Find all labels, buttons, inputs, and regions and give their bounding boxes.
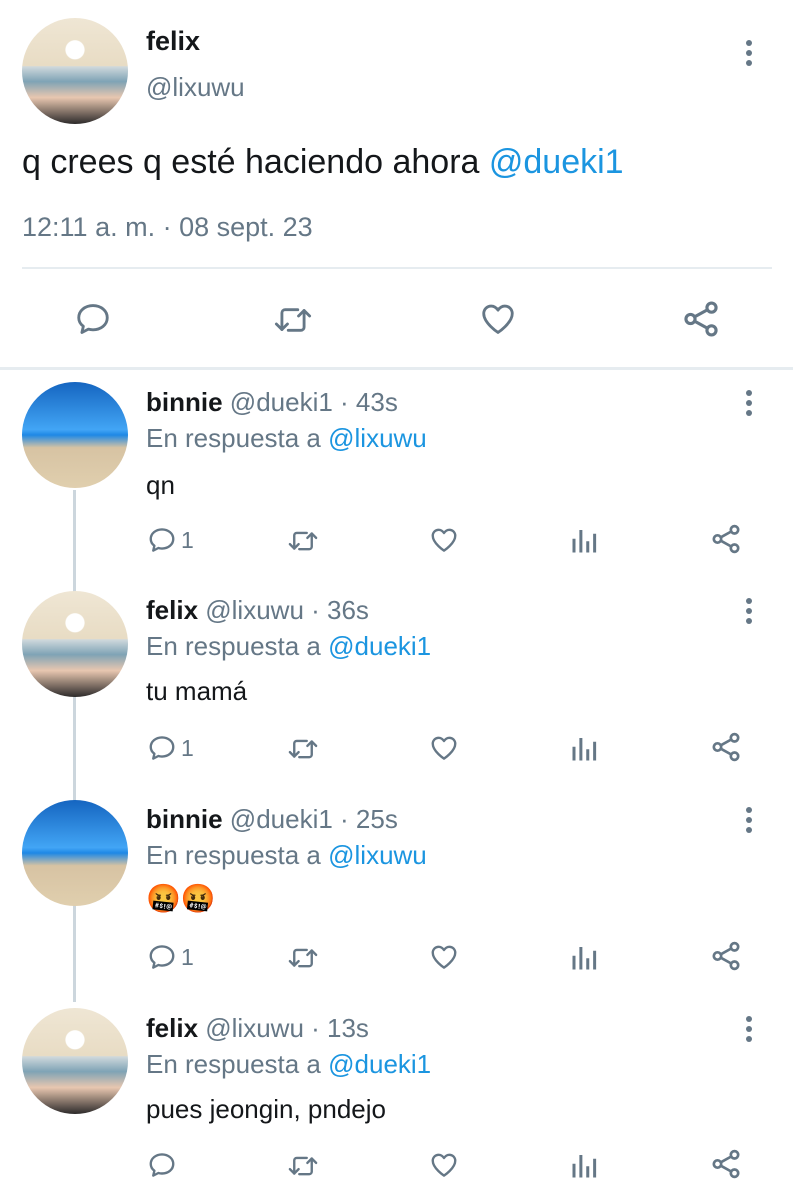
author-name[interactable]: felix: [146, 26, 200, 57]
retweet-button[interactable]: [286, 943, 320, 973]
reply-context: En respuesta a @dueki1: [146, 631, 431, 662]
heart-icon: [431, 945, 457, 969]
share-button[interactable]: [709, 1147, 743, 1181]
mention-link[interactable]: @dueki1: [328, 1049, 431, 1079]
heart-icon: [431, 528, 457, 552]
retweet-icon: [288, 739, 318, 759]
author-meta[interactable]: @dueki1 · 25s: [230, 804, 398, 834]
more-vertical-icon[interactable]: [746, 1016, 752, 1046]
divider: [22, 267, 772, 269]
thread-line: [73, 490, 76, 1002]
mention-link[interactable]: @lixuwu: [328, 840, 427, 870]
reply-header: binnie @dueki1 · 25s: [146, 804, 398, 835]
reply-context: En respuesta a @lixuwu: [146, 423, 427, 454]
reply-icon: [149, 736, 175, 760]
reply-prefix: En respuesta a: [146, 840, 329, 870]
reply-text: qn: [146, 470, 175, 500]
author-name[interactable]: binnie: [146, 804, 223, 834]
retweet-icon: [288, 531, 318, 551]
reply-icon: [77, 304, 109, 334]
reply-header: binnie @dueki1 · 43s: [146, 387, 398, 418]
analytics-icon: [572, 738, 597, 761]
mention-link[interactable]: @dueki1: [489, 143, 624, 181]
retweet-icon: [274, 308, 312, 332]
author-meta[interactable]: @lixuwu · 36s: [205, 595, 369, 625]
reply-button[interactable]: [74, 300, 112, 338]
avatar[interactable]: [22, 1008, 128, 1114]
tweet-text: q crees q esté haciendo ahora @dueki1: [22, 143, 624, 182]
tweet-timestamp[interactable]: 12:11 a. m. · 08 sept. 23: [22, 212, 313, 243]
more-vertical-icon[interactable]: [746, 598, 752, 628]
analytics-icon: [572, 947, 597, 970]
like-button[interactable]: [428, 942, 460, 972]
reply-button[interactable]: [147, 1150, 181, 1180]
reply-prefix: En respuesta a: [146, 1049, 329, 1079]
like-button[interactable]: [428, 733, 460, 763]
share-icon: [712, 732, 740, 762]
tweet-text-body: q crees q esté haciendo ahora: [22, 143, 489, 181]
reply-icon: [149, 1153, 175, 1177]
share-button[interactable]: [709, 522, 743, 556]
avatar[interactable]: [22, 591, 128, 697]
author-handle[interactable]: @lixuwu: [146, 72, 245, 103]
retweet-button[interactable]: [286, 1151, 320, 1181]
mention-link[interactable]: @lixuwu: [328, 423, 427, 453]
heart-icon: [431, 1153, 457, 1177]
avatar[interactable]: [22, 18, 128, 124]
mention-link[interactable]: @dueki1: [328, 631, 431, 661]
reply-context: En respuesta a @dueki1: [146, 1049, 431, 1080]
reply-count: 1: [181, 734, 194, 761]
reply-icon: [149, 528, 175, 552]
heart-icon: [482, 304, 514, 334]
reply-text: 🤬🤬: [146, 883, 216, 914]
reply-text: pues jeongin, pndejo: [146, 1094, 386, 1124]
share-button[interactable]: [680, 298, 722, 340]
reply-header: felix @lixuwu · 36s: [146, 595, 369, 626]
analytics-button[interactable]: [571, 1150, 599, 1180]
retweet-button[interactable]: [272, 301, 314, 339]
reply-prefix: En respuesta a: [146, 631, 329, 661]
more-vertical-icon[interactable]: [746, 390, 752, 420]
reply-context: En respuesta a @lixuwu: [146, 840, 427, 871]
analytics-button[interactable]: [571, 733, 599, 763]
heart-icon: [431, 736, 457, 760]
more-vertical-icon[interactable]: [746, 807, 752, 837]
author-name[interactable]: felix: [146, 1013, 198, 1043]
author-meta[interactable]: @dueki1 · 43s: [230, 387, 398, 417]
reply-button[interactable]: 1: [147, 942, 194, 972]
share-button[interactable]: [709, 730, 743, 764]
analytics-icon: [572, 1155, 597, 1178]
author-meta[interactable]: @lixuwu · 13s: [205, 1013, 369, 1043]
like-button[interactable]: [428, 1150, 460, 1180]
like-button[interactable]: [428, 525, 460, 555]
reply-count: 1: [181, 943, 194, 970]
avatar[interactable]: [22, 800, 128, 906]
share-button[interactable]: [709, 939, 743, 973]
share-icon: [684, 301, 718, 337]
author-name[interactable]: binnie: [146, 387, 223, 417]
share-icon: [712, 941, 740, 971]
avatar[interactable]: [22, 382, 128, 488]
reply-count: 1: [181, 526, 194, 553]
analytics-button[interactable]: [571, 942, 599, 972]
analytics-button[interactable]: [571, 525, 599, 555]
reply-header: felix @lixuwu · 13s: [146, 1013, 369, 1044]
author-name[interactable]: felix: [146, 595, 198, 625]
like-button[interactable]: [478, 300, 518, 338]
divider: [0, 367, 793, 370]
reply-button[interactable]: 1: [147, 525, 194, 555]
reply-text: tu mamá: [146, 676, 248, 706]
share-icon: [712, 1149, 740, 1179]
reply-icon: [149, 945, 175, 969]
retweet-button[interactable]: [286, 734, 320, 764]
retweet-icon: [288, 1156, 318, 1176]
retweet-button[interactable]: [286, 526, 320, 556]
retweet-icon: [288, 948, 318, 968]
more-vertical-icon[interactable]: [746, 40, 752, 70]
share-icon: [712, 524, 740, 554]
analytics-icon: [572, 530, 597, 553]
reply-prefix: En respuesta a: [146, 423, 329, 453]
reply-button[interactable]: 1: [147, 733, 194, 763]
